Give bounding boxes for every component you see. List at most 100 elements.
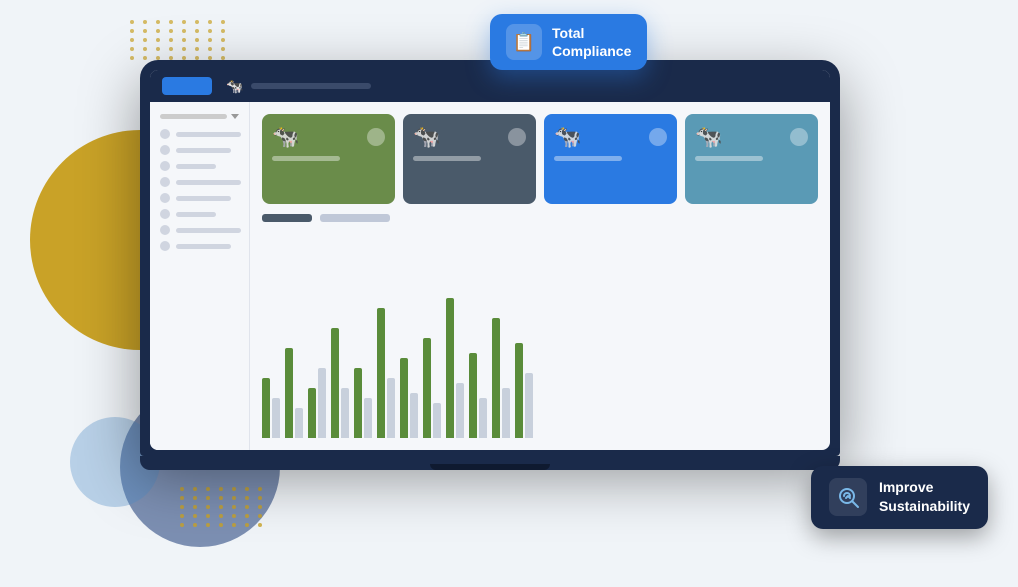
sidebar-line [176,148,231,153]
cow-icon: 🐄 [695,124,722,150]
sidebar-item[interactable] [160,209,239,219]
sidebar-line [176,212,216,217]
cow-icon: 🐄 [272,124,299,150]
card-label-line [695,156,763,161]
scene: for(let i=0;i<40;i++) document.currentSc… [0,0,1018,587]
card-circle [790,128,808,146]
bar-group [469,353,487,438]
sidebar-dot [160,193,170,203]
dot-pattern-top: for(let i=0;i<40;i++) document.currentSc… [130,20,229,60]
sidebar-dot [160,209,170,219]
laptop-screen-outer: 🐄 [140,60,840,456]
chart-area [262,232,818,438]
bar-green [469,353,477,438]
main-panel: 🐄 🐄 [250,102,830,450]
sidebar-dot [160,161,170,171]
card-circle [367,128,385,146]
screen-content: 🐄 🐄 [150,102,830,450]
sidebar-line [176,164,216,169]
sidebar-dot [160,241,170,251]
bar-green [423,338,431,438]
sidebar-item[interactable] [160,161,239,171]
card-lightblue[interactable]: 🐄 [685,114,818,204]
card-label-line [272,156,340,161]
cow-icon: 🐄 [554,124,581,150]
sidebar-item[interactable] [160,225,239,235]
sidebar-dot [160,177,170,187]
chart-legend-a [262,214,312,222]
topbar-search-line [251,83,371,89]
bar-gray [364,398,372,438]
sustainability-icon [829,478,867,516]
card-top: 🐄 [554,124,667,150]
bar-gray [272,398,280,438]
card-blue[interactable]: 🐄 [544,114,677,204]
bar-gray [318,368,326,438]
bar-gray [295,408,303,438]
bar-group [515,343,533,438]
cow-icon: 🐄 [413,124,440,150]
sidebar-item[interactable] [160,129,239,139]
sidebar-dropdown-line [160,114,227,119]
sidebar-dot [160,225,170,235]
bar-gray [479,398,487,438]
bar-gray [502,388,510,438]
dot-pattern-bottom: for(let i=0;i<35;i++) document.currentSc… [180,487,266,527]
bar-green [446,298,454,438]
topbar-tab[interactable] [162,77,212,95]
sidebar-line [176,180,241,185]
bar-group [377,308,395,438]
card-slate[interactable]: 🐄 [403,114,536,204]
bar-gray [341,388,349,438]
bar-gray [525,373,533,438]
bar-gray [433,403,441,438]
bar-green [377,308,385,438]
bar-group [285,348,303,438]
sustainability-label: Improve Sustainability [879,478,970,517]
sidebar-dot [160,129,170,139]
bar-group [331,328,349,438]
sidebar-item[interactable] [160,193,239,203]
screen-topbar: 🐄 [150,70,830,102]
cards-row: 🐄 🐄 [262,114,818,204]
card-label-line [413,156,481,161]
sidebar-dropdown[interactable] [160,114,239,119]
bar-green [515,343,523,438]
sidebar-item[interactable] [160,241,239,251]
compliance-label: Total Compliance [552,24,631,60]
badge-sustainability: Improve Sustainability [811,466,988,529]
card-label-line [554,156,622,161]
bar-group [354,368,372,438]
laptop-wrapper: 🐄 [140,60,840,470]
sidebar-item[interactable] [160,177,239,187]
bar-green [262,378,270,438]
bar-green [400,358,408,438]
sidebar-line [176,228,241,233]
laptop-base [140,456,840,470]
chart-labels [262,214,818,222]
bar-gray [387,378,395,438]
bar-group [262,378,280,438]
card-circle [508,128,526,146]
bar-green [492,318,500,438]
chevron-down-icon [231,114,239,119]
sidebar-item[interactable] [160,145,239,155]
bar-group [400,358,418,438]
badge-total-compliance: 📋 Total Compliance [490,14,647,70]
card-top: 🐄 [695,124,808,150]
card-green[interactable]: 🐄 [262,114,395,204]
compliance-icon: 📋 [506,24,542,60]
bar-group [308,368,326,438]
bar-group [446,298,464,438]
laptop-screen: 🐄 [150,70,830,450]
bar-group [492,318,510,438]
sidebar [150,102,250,450]
bar-group [423,338,441,438]
sidebar-dot [160,145,170,155]
bar-gray [456,383,464,438]
chart-legend-b [320,214,390,222]
card-top: 🐄 [413,124,526,150]
bar-green [308,388,316,438]
bar-green [354,368,362,438]
bar-green [331,328,339,438]
